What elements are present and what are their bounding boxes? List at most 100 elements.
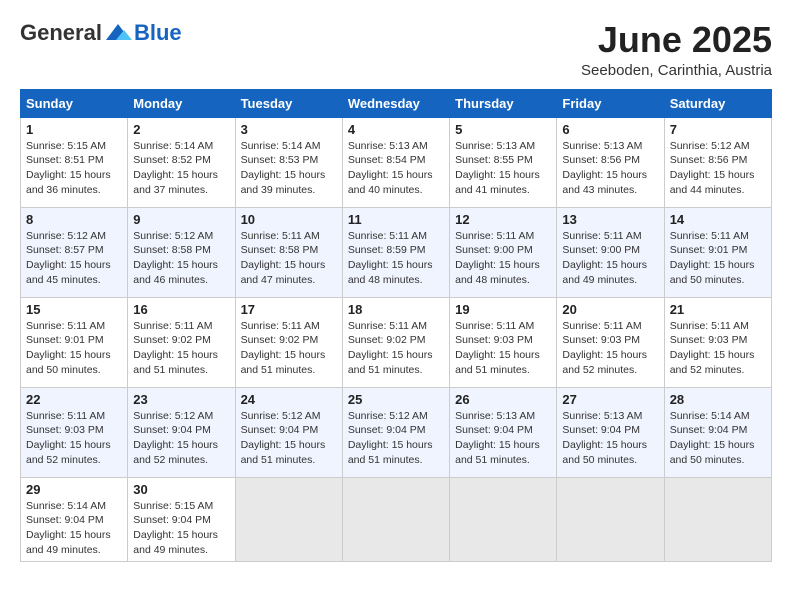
day-info: Sunrise: 5:11 AM Sunset: 9:03 PM Dayligh… (562, 319, 658, 378)
sunrise-label: Sunrise: 5:15 AM (133, 500, 213, 512)
sunrise-label: Sunrise: 5:11 AM (348, 230, 427, 242)
day-number: 20 (562, 302, 658, 317)
calendar-table: Sunday Monday Tuesday Wednesday Thursday… (20, 89, 772, 563)
sunrise-label: Sunrise: 5:12 AM (241, 410, 321, 422)
calendar-cell: 2 Sunrise: 5:14 AM Sunset: 8:52 PM Dayli… (128, 117, 235, 207)
logo-icon (104, 22, 132, 44)
calendar-cell: 4 Sunrise: 5:13 AM Sunset: 8:54 PM Dayli… (342, 117, 449, 207)
sunset-label: Sunset: 9:03 PM (670, 334, 748, 346)
day-number: 17 (241, 302, 337, 317)
day-number: 24 (241, 392, 337, 407)
sunrise-label: Sunrise: 5:12 AM (133, 230, 213, 242)
day-info: Sunrise: 5:11 AM Sunset: 9:02 PM Dayligh… (133, 319, 229, 378)
day-info: Sunrise: 5:11 AM Sunset: 9:02 PM Dayligh… (348, 319, 444, 378)
sunrise-label: Sunrise: 5:13 AM (562, 410, 642, 422)
col-monday: Monday (128, 89, 235, 117)
col-wednesday: Wednesday (342, 89, 449, 117)
day-number: 26 (455, 392, 551, 407)
calendar-cell: 21 Sunrise: 5:11 AM Sunset: 9:03 PM Dayl… (664, 297, 771, 387)
daylight-label: Daylight: 15 hours and 41 minutes. (455, 169, 540, 196)
daylight-label: Daylight: 15 hours and 43 minutes. (562, 169, 647, 196)
sunrise-label: Sunrise: 5:11 AM (26, 320, 105, 332)
daylight-label: Daylight: 15 hours and 51 minutes. (348, 439, 433, 466)
day-info: Sunrise: 5:12 AM Sunset: 9:04 PM Dayligh… (348, 409, 444, 468)
calendar-cell: 25 Sunrise: 5:12 AM Sunset: 9:04 PM Dayl… (342, 387, 449, 477)
day-info: Sunrise: 5:11 AM Sunset: 8:59 PM Dayligh… (348, 229, 444, 288)
calendar-cell: 24 Sunrise: 5:12 AM Sunset: 9:04 PM Dayl… (235, 387, 342, 477)
daylight-label: Daylight: 15 hours and 47 minutes. (241, 259, 326, 286)
day-number: 19 (455, 302, 551, 317)
day-number: 18 (348, 302, 444, 317)
day-info: Sunrise: 5:11 AM Sunset: 9:03 PM Dayligh… (670, 319, 766, 378)
sunrise-label: Sunrise: 5:11 AM (241, 320, 320, 332)
calendar-cell: 15 Sunrise: 5:11 AM Sunset: 9:01 PM Dayl… (21, 297, 128, 387)
day-number: 3 (241, 122, 337, 137)
calendar-cell: 18 Sunrise: 5:11 AM Sunset: 9:02 PM Dayl… (342, 297, 449, 387)
sunset-label: Sunset: 9:04 PM (670, 424, 748, 436)
sunset-label: Sunset: 9:03 PM (455, 334, 533, 346)
sunset-label: Sunset: 9:00 PM (455, 244, 533, 256)
day-info: Sunrise: 5:12 AM Sunset: 9:04 PM Dayligh… (133, 409, 229, 468)
sunset-label: Sunset: 8:57 PM (26, 244, 104, 256)
sunrise-label: Sunrise: 5:14 AM (26, 500, 106, 512)
day-number: 25 (348, 392, 444, 407)
sunrise-label: Sunrise: 5:14 AM (670, 410, 750, 422)
daylight-label: Daylight: 15 hours and 51 minutes. (133, 349, 218, 376)
day-number: 22 (26, 392, 122, 407)
col-saturday: Saturday (664, 89, 771, 117)
daylight-label: Daylight: 15 hours and 50 minutes. (562, 439, 647, 466)
calendar-cell: 5 Sunrise: 5:13 AM Sunset: 8:55 PM Dayli… (450, 117, 557, 207)
daylight-label: Daylight: 15 hours and 50 minutes. (26, 349, 111, 376)
calendar-cell (557, 477, 664, 562)
sunset-label: Sunset: 8:51 PM (26, 154, 104, 166)
sunset-label: Sunset: 9:02 PM (348, 334, 426, 346)
sunrise-label: Sunrise: 5:11 AM (455, 230, 534, 242)
calendar-cell: 10 Sunrise: 5:11 AM Sunset: 8:58 PM Dayl… (235, 207, 342, 297)
calendar-cell: 6 Sunrise: 5:13 AM Sunset: 8:56 PM Dayli… (557, 117, 664, 207)
day-info: Sunrise: 5:11 AM Sunset: 9:03 PM Dayligh… (26, 409, 122, 468)
calendar-week-row: 1 Sunrise: 5:15 AM Sunset: 8:51 PM Dayli… (21, 117, 772, 207)
daylight-label: Daylight: 15 hours and 48 minutes. (348, 259, 433, 286)
sunrise-label: Sunrise: 5:11 AM (455, 320, 534, 332)
day-number: 14 (670, 212, 766, 227)
sunset-label: Sunset: 9:04 PM (348, 424, 426, 436)
sunset-label: Sunset: 8:56 PM (670, 154, 748, 166)
daylight-label: Daylight: 15 hours and 49 minutes. (562, 259, 647, 286)
day-number: 28 (670, 392, 766, 407)
day-info: Sunrise: 5:13 AM Sunset: 8:55 PM Dayligh… (455, 139, 551, 198)
sunrise-label: Sunrise: 5:15 AM (26, 140, 106, 152)
calendar-cell (450, 477, 557, 562)
calendar-week-row: 8 Sunrise: 5:12 AM Sunset: 8:57 PM Dayli… (21, 207, 772, 297)
col-friday: Friday (557, 89, 664, 117)
day-info: Sunrise: 5:13 AM Sunset: 9:04 PM Dayligh… (455, 409, 551, 468)
calendar-cell: 27 Sunrise: 5:13 AM Sunset: 9:04 PM Dayl… (557, 387, 664, 477)
sunrise-label: Sunrise: 5:12 AM (348, 410, 428, 422)
calendar-cell (664, 477, 771, 562)
title-block: June 2025 Seeboden, Carinthia, Austria (581, 20, 772, 79)
sunset-label: Sunset: 8:58 PM (241, 244, 319, 256)
day-number: 7 (670, 122, 766, 137)
daylight-label: Daylight: 15 hours and 50 minutes. (670, 259, 755, 286)
day-number: 12 (455, 212, 551, 227)
sunrise-label: Sunrise: 5:14 AM (241, 140, 321, 152)
calendar-week-row: 29 Sunrise: 5:14 AM Sunset: 9:04 PM Dayl… (21, 477, 772, 562)
daylight-label: Daylight: 15 hours and 36 minutes. (26, 169, 111, 196)
day-number: 29 (26, 482, 122, 497)
sunrise-label: Sunrise: 5:14 AM (133, 140, 213, 152)
day-number: 11 (348, 212, 444, 227)
day-info: Sunrise: 5:12 AM Sunset: 8:57 PM Dayligh… (26, 229, 122, 288)
day-number: 27 (562, 392, 658, 407)
calendar-cell: 17 Sunrise: 5:11 AM Sunset: 9:02 PM Dayl… (235, 297, 342, 387)
day-info: Sunrise: 5:12 AM Sunset: 8:56 PM Dayligh… (670, 139, 766, 198)
sunrise-label: Sunrise: 5:13 AM (455, 140, 535, 152)
location-text: Seeboden, Carinthia, Austria (581, 62, 772, 79)
daylight-label: Daylight: 15 hours and 49 minutes. (26, 529, 111, 556)
calendar-cell: 11 Sunrise: 5:11 AM Sunset: 8:59 PM Dayl… (342, 207, 449, 297)
month-title: June 2025 (581, 20, 772, 60)
daylight-label: Daylight: 15 hours and 52 minutes. (670, 349, 755, 376)
calendar-cell: 16 Sunrise: 5:11 AM Sunset: 9:02 PM Dayl… (128, 297, 235, 387)
calendar-cell: 9 Sunrise: 5:12 AM Sunset: 8:58 PM Dayli… (128, 207, 235, 297)
sunset-label: Sunset: 8:54 PM (348, 154, 426, 166)
day-info: Sunrise: 5:12 AM Sunset: 8:58 PM Dayligh… (133, 229, 229, 288)
sunrise-label: Sunrise: 5:12 AM (26, 230, 106, 242)
